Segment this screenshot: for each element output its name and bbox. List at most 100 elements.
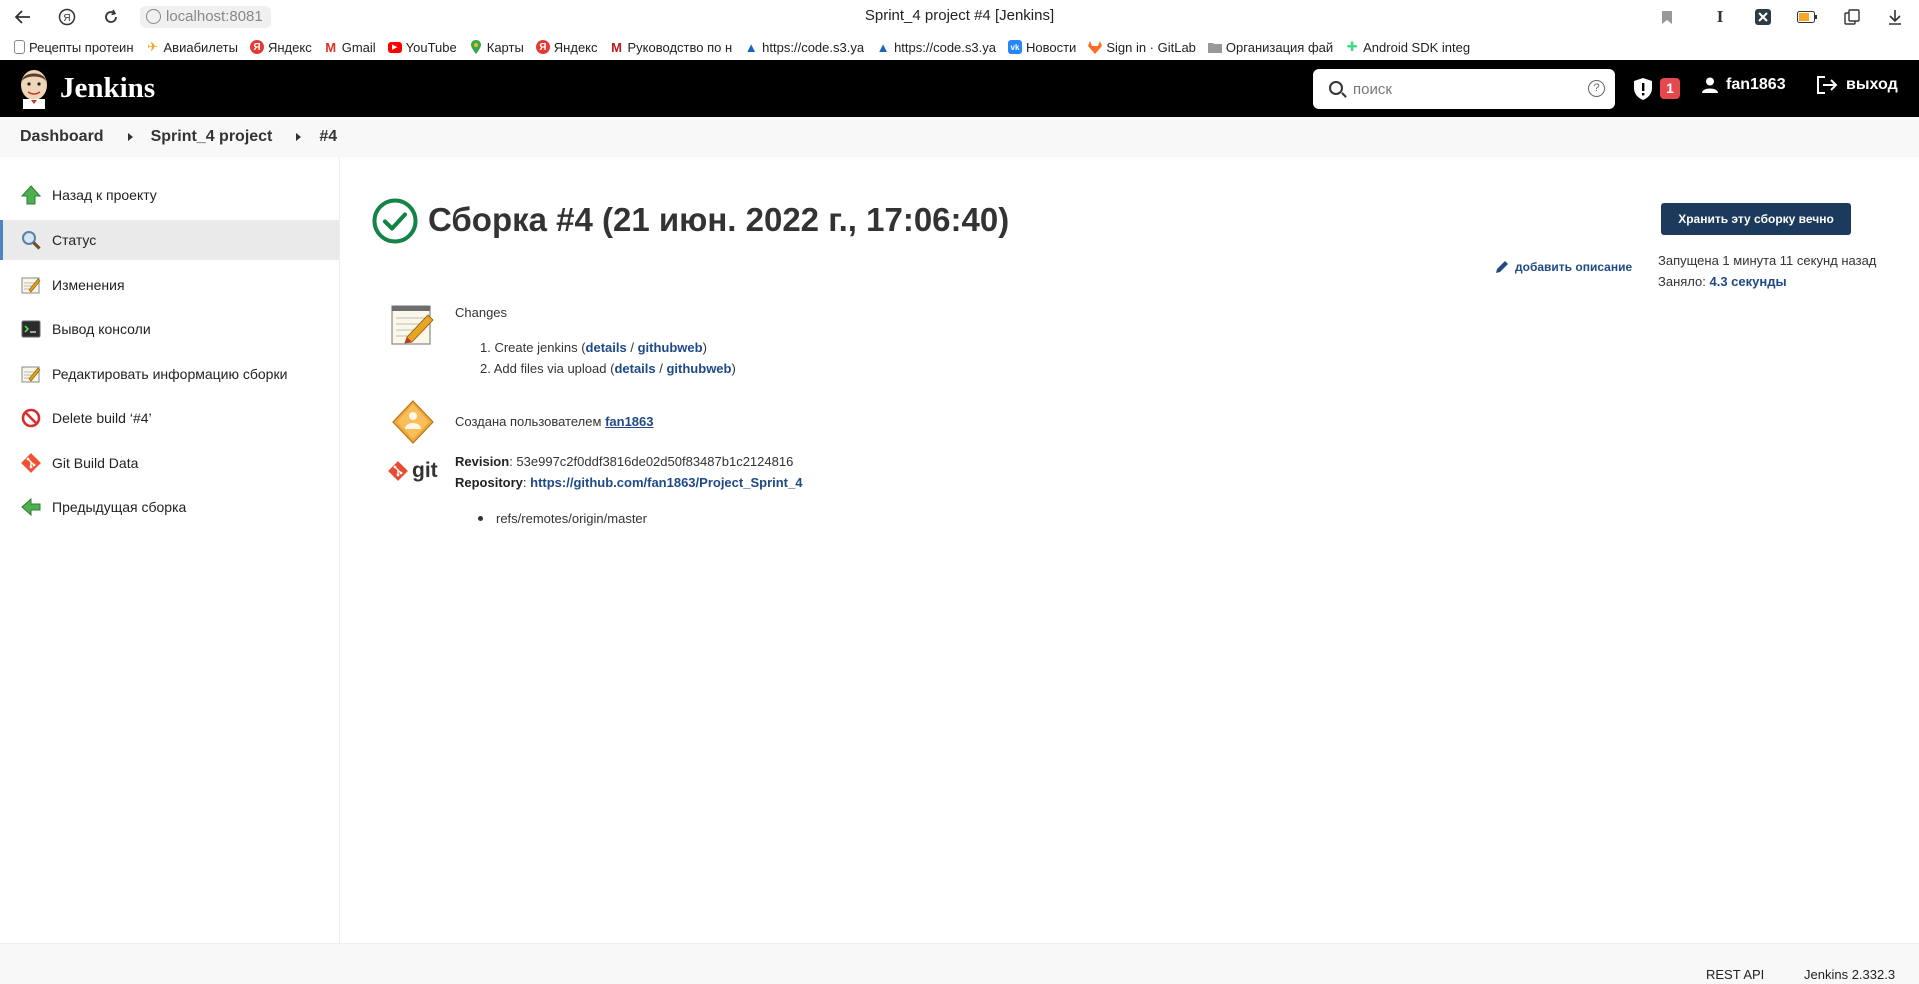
breadcrumb-separator-icon[interactable] [127,133,133,141]
build-cause-user-link[interactable]: fan1863 [605,414,653,429]
sidebar-item-label: Предыдущая сборка [52,499,187,515]
jenkins-version-link[interactable]: Jenkins 2.332.3 [1804,967,1895,982]
sidebar-item-delete-build[interactable]: Delete build ‘#4’ [0,398,339,438]
bookmark-item[interactable]: Организация фай [1207,40,1333,55]
logout-icon [1817,76,1838,94]
git-logo-text: git [412,459,438,482]
notepad-icon [21,275,41,295]
git-ref: refs/remotes/origin/master [496,511,647,526]
search-input[interactable] [1353,77,1573,101]
download-icon[interactable] [1884,6,1906,28]
sidebar-item-previous-build[interactable]: Предыдущая сборка [0,487,339,527]
revision-label: Revision [455,454,510,469]
youtube-icon: ▶ [387,41,402,53]
no-entry-icon [21,408,41,428]
browser-toolbar: Я localhost:8081 Sprint_4 project #4 [Je… [0,0,1919,34]
collections-icon[interactable] [1841,6,1863,28]
list-item: 1. Create jenkins (details / githubweb) [480,340,707,355]
logout-link[interactable]: выход [1817,76,1898,94]
alerts-count-badge[interactable]: 1 [1660,78,1680,99]
breadcrumb-build[interactable]: #4 [319,128,337,146]
breadcrumb-project[interactable]: Sprint_4 project [151,128,273,146]
pencil-icon [1496,261,1508,273]
git-icon [21,453,41,473]
change-githubweb-link[interactable]: githubweb [638,340,703,355]
triangle-icon: ▲ [744,39,758,55]
sidebar-item-back-to-project[interactable]: Назад к проекту [0,175,339,215]
git-repository: Repository: https://github.com/fan1863/P… [455,475,803,490]
sidebar-item-edit-build-info[interactable]: Редактировать информацию сборки [0,354,339,394]
sidebar: Назад к проекту Статус Изменения Вывод к… [0,157,340,943]
jenkins-logo-icon[interactable] [18,67,50,109]
bookmark-item[interactable]: Рецепты протеин [14,40,134,55]
yandex-icon: Я [535,40,550,54]
bookmark-item[interactable]: ✚ Android SDK integ [1345,40,1470,55]
bookmark-item[interactable]: ▲ https://code.s3.ya [876,40,996,55]
jenkins-logo-text[interactable]: Jenkins [60,72,155,105]
sidebar-item-label: Delete build ‘#4’ [52,410,152,426]
bookmark-item[interactable]: vk Новости [1007,40,1076,55]
bookmark-item[interactable]: ▲ https://code.s3.ya [744,40,864,55]
sidebar-item-changes[interactable]: Изменения [0,265,339,305]
bookmark-item[interactable]: ▶ YouTube [387,40,457,55]
sidebar-item-label: Статус [52,232,97,248]
sidebar-item-label: Git Build Data [52,455,139,471]
change-details-link[interactable]: details [586,340,627,355]
puzzle-icon: ✚ [1346,39,1358,55]
notepad-icon [391,305,434,345]
yandex-icon: Я [249,40,264,54]
map-pin-icon [469,40,483,54]
bookmark-item[interactable]: ✈ Авиабилеты [146,40,238,55]
success-check-icon [372,198,418,244]
git-icon [388,461,408,481]
search-box[interactable]: ? [1313,69,1615,109]
extension-x-icon[interactable] [1752,6,1774,28]
shield-alert-icon[interactable] [1633,78,1653,100]
bookmark-item[interactable]: Sign in · GitLab [1088,40,1196,55]
bookmark-item[interactable]: Карты [469,40,524,55]
plane-icon: ✈ [147,39,158,55]
user-menu[interactable]: fan1863 [1702,76,1786,94]
sidebar-item-label: Редактировать информацию сборки [52,366,288,382]
terminal-icon [21,319,41,339]
breadcrumb: Dashboard Sprint_4 project #4 [0,117,1919,157]
revision-value: 53e997c2f0ddf3816de02d50f83487b1c2124816 [516,454,794,469]
build-cause-text: Создана пользователем [455,414,602,429]
bullet-icon [478,516,483,521]
build-duration-link[interactable]: 4.3 секунды [1710,274,1787,289]
bookmark-icon[interactable] [1656,6,1678,28]
build-cause: Создана пользователем fan1863 [455,414,653,429]
battery-icon[interactable] [1796,6,1818,28]
add-description-link[interactable]: добавить описание [1494,259,1632,275]
sidebar-item-status[interactable]: Статус [0,220,339,260]
sidebar-item-console-output[interactable]: Вывод консоли [0,309,339,349]
sidebar-item-git-build-data[interactable]: Git Build Data [0,443,339,483]
change-githubweb-link[interactable]: githubweb [666,361,731,376]
keep-build-forever-button[interactable]: Хранить эту сборку вечно [1661,203,1851,235]
gitlab-icon [1088,40,1103,54]
window-title: Sprint_4 project #4 [Jenkins] [864,7,1055,24]
manual-icon: M [611,39,622,55]
change-message: Add files via upload [493,361,607,376]
repository-label: Repository [455,475,523,490]
bookmark-item[interactable]: M Gmail [324,39,375,55]
gmail-icon: M [325,39,337,55]
build-duration: Заняло: 4.3 секунды [1658,274,1787,289]
breadcrumb-separator-icon[interactable] [296,133,302,141]
bookmark-item[interactable]: M Руководство по н [610,39,732,55]
change-message: Create jenkins [494,340,578,355]
bookmark-item[interactable]: Я Яндекс [249,40,312,55]
repository-link[interactable]: https://github.com/fan1863/Project_Sprin… [530,475,802,490]
user-icon [1702,77,1718,93]
breadcrumb-dashboard[interactable]: Dashboard [20,128,104,146]
changes-heading: Changes [455,305,508,320]
help-icon[interactable]: ? [1588,80,1605,97]
bookmark-item[interactable]: Я Яндекс [535,40,598,55]
rest-api-link[interactable]: REST API [1706,967,1764,982]
reader-icon[interactable]: I [1709,6,1731,28]
page-title: Сборка #4 (21 июн. 2022 г., 17:06:40) [428,201,1010,238]
change-details-link[interactable]: details [614,361,655,376]
change-number: 2. [480,361,491,376]
footer: REST API Jenkins 2.332.3 [0,943,1919,984]
vk-icon: vk [1007,40,1022,54]
